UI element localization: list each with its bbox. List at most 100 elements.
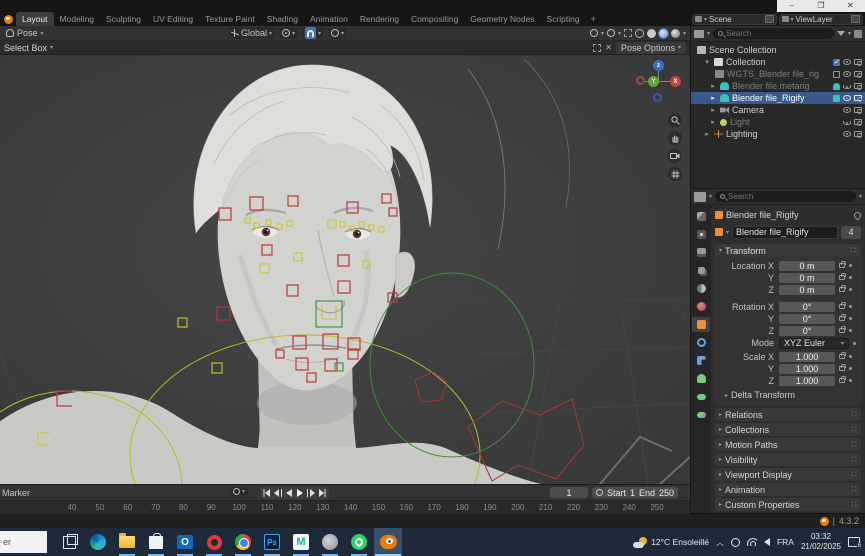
tab-bone[interactable]	[692, 389, 710, 404]
mode-dropdown[interactable]: Pose ▾	[0, 27, 50, 40]
pose-options-dropdown[interactable]: Pose Options ▾	[616, 42, 686, 54]
gizmo-y-axis[interactable]: Y	[648, 76, 659, 87]
options-icon[interactable]: ▾	[859, 193, 862, 200]
tab-bone-constraints[interactable]	[692, 407, 710, 422]
next-keyframe-button[interactable]	[306, 488, 316, 498]
jump-to-end-button[interactable]	[317, 488, 327, 498]
disable-render-icon[interactable]	[854, 95, 862, 101]
transform-pivot-icon[interactable]	[593, 44, 601, 52]
maximize-button[interactable]: ❐	[806, 0, 835, 12]
animate-dot-icon[interactable]	[853, 342, 856, 345]
properties-search-input[interactable]	[728, 192, 851, 201]
panel-grip-icon[interactable]: ∷	[850, 245, 857, 256]
hidden-icons-chevron[interactable]: ︿	[716, 537, 724, 548]
filter-icon[interactable]	[837, 31, 845, 36]
gizmo-x-axis[interactable]: X	[670, 76, 681, 87]
tab-view-layer[interactable]	[692, 263, 710, 278]
outliner-item-metarig[interactable]: ▸ Blender file.metarig	[691, 80, 865, 92]
outliner-item-light[interactable]: ▸ Light	[691, 116, 865, 128]
play-button[interactable]	[295, 488, 305, 498]
rotation-x-field[interactable]: 0°	[779, 302, 835, 312]
animate-dot-icon[interactable]	[849, 317, 852, 320]
hide-eye-icon[interactable]	[843, 131, 851, 137]
camera-view-icon[interactable]	[668, 149, 682, 163]
expand-icon[interactable]: ▸	[709, 118, 717, 126]
current-frame-field[interactable]: 1	[550, 487, 588, 498]
mirror-x-icon[interactable]: ✕	[605, 43, 612, 52]
lock-icon[interactable]	[839, 378, 845, 383]
blender-taskbar-button[interactable]	[374, 528, 402, 556]
disable-render-icon[interactable]	[854, 83, 862, 89]
chrome-button[interactable]	[229, 528, 257, 556]
outliner-item-wgts[interactable]: WGTS_Blender file_rig	[691, 68, 865, 80]
shading-rendered-icon[interactable]	[671, 29, 680, 38]
blender-menu-button[interactable]	[0, 12, 16, 26]
play-reverse-button[interactable]	[284, 488, 294, 498]
animate-dot-icon[interactable]	[849, 305, 852, 308]
task-view-button[interactable]	[55, 528, 83, 556]
outliner-search[interactable]	[713, 28, 834, 39]
lock-icon[interactable]	[839, 316, 845, 321]
tab-uv-editing[interactable]: UV Editing	[147, 12, 199, 26]
disable-render-icon[interactable]	[854, 107, 862, 113]
location-y-field[interactable]: 0 m	[779, 273, 835, 283]
whatsapp-button[interactable]	[345, 528, 373, 556]
gizmo-neg-x-axis[interactable]	[636, 76, 645, 85]
action-center-icon[interactable]: 6	[848, 537, 860, 547]
hide-eye-icon[interactable]	[843, 107, 851, 113]
pan-hand-icon[interactable]	[668, 131, 682, 145]
view-gizmo[interactable]: z Y X	[636, 60, 682, 108]
active-tool-dropdown[interactable]: Select Box ▾	[0, 43, 57, 53]
lock-icon[interactable]	[839, 354, 845, 359]
expand-icon[interactable]: ▸	[703, 130, 711, 138]
lock-icon[interactable]	[839, 304, 845, 309]
panel-visibility[interactable]: ▸ Visibility ∷	[715, 453, 861, 466]
hide-eye-icon[interactable]	[843, 121, 851, 125]
tab-physics[interactable]	[692, 335, 710, 350]
tab-world[interactable]	[692, 299, 710, 314]
animate-dot-icon[interactable]	[849, 367, 852, 370]
tab-texture-paint[interactable]: Texture Paint	[199, 12, 261, 26]
timeline-ruler[interactable]: 4050607080901001101201301401501601701801…	[0, 500, 690, 514]
transform-panel-header[interactable]: ▾ Transform ∷	[715, 244, 861, 257]
panel-grip-icon[interactable]: ∷	[851, 499, 857, 510]
delta-transform-panel[interactable]: ▸ Delta Transform	[717, 389, 859, 401]
ortho-grid-icon[interactable]	[668, 167, 682, 181]
shading-material-icon[interactable]	[659, 29, 668, 38]
orientation-dropdown[interactable]: Global ▾	[228, 27, 275, 39]
expand-icon[interactable]: ▸	[709, 94, 717, 102]
panel-grip-icon[interactable]: ∷	[851, 439, 857, 450]
add-workspace-button[interactable]: +	[586, 12, 601, 26]
viewport-canvas[interactable]: z Y X	[0, 55, 690, 484]
disable-render-icon[interactable]	[854, 131, 862, 137]
tab-rendering[interactable]: Rendering	[354, 12, 405, 26]
outliner-item-scene-collection[interactable]: Scene Collection	[691, 44, 865, 56]
language-indicator[interactable]: FRA	[777, 537, 794, 547]
file-explorer-button[interactable]	[113, 528, 141, 556]
panel-grip-icon[interactable]: ∷	[851, 424, 857, 435]
disable-render-icon[interactable]	[854, 71, 862, 77]
shading-wireframe-icon[interactable]	[635, 29, 644, 38]
edge-button[interactable]	[84, 528, 112, 556]
pin-icon[interactable]	[853, 210, 863, 220]
tab-geometry-nodes[interactable]: Geometry Nodes	[464, 12, 540, 26]
proportional-edit-dropdown[interactable]: ▾	[328, 27, 347, 39]
object-name-field[interactable]: Blender file_Rigify	[732, 226, 838, 239]
tab-modeling[interactable]: Modeling	[54, 12, 101, 26]
frame-range-fields[interactable]: Start 1 End 250	[592, 487, 678, 498]
users-count-badge[interactable]: 4	[841, 226, 861, 239]
rotation-mode-dropdown[interactable]: XYZ Euler ▾	[779, 338, 849, 349]
hide-eye-icon[interactable]	[843, 95, 851, 101]
panel-custom-properties[interactable]: ▸ Custom Properties ∷	[715, 498, 861, 511]
scale-x-field[interactable]: 1.000	[779, 352, 835, 362]
end-value[interactable]: 250	[659, 488, 674, 498]
panel-relations[interactable]: ▸ Relations ∷	[715, 408, 861, 421]
onedrive-icon[interactable]	[731, 538, 740, 547]
outliner-item-collection[interactable]: ▾ Collection	[691, 56, 865, 68]
tab-shading[interactable]: Shading	[261, 12, 304, 26]
disable-render-icon[interactable]	[854, 59, 862, 65]
pivot-dropdown[interactable]: ▾	[279, 27, 298, 39]
tab-layout[interactable]: Layout	[16, 12, 54, 26]
expand-icon[interactable]: ▸	[709, 106, 717, 114]
hide-eye-icon[interactable]	[843, 59, 851, 65]
